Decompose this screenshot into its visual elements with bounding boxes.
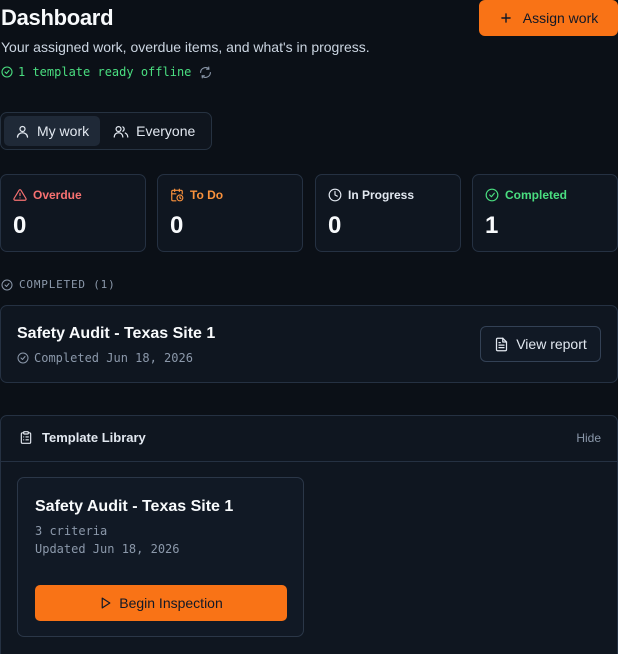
- calendar-clock-icon: [170, 188, 184, 202]
- template-name: Safety Audit - Texas Site 1: [35, 498, 234, 515]
- tab-everyone[interactable]: Everyone: [102, 116, 206, 146]
- user-icon: [15, 124, 30, 139]
- check-circle-icon: [17, 352, 29, 364]
- tab-my-work-label: My work: [37, 123, 90, 139]
- play-icon: [99, 596, 112, 610]
- page-subtitle: Your assigned work, overdue items, and w…: [1, 39, 370, 55]
- stat-header: Overdue: [13, 188, 82, 202]
- tab-everyone-label: Everyone: [136, 123, 196, 139]
- template-library-title-text: Template Library: [42, 430, 146, 445]
- alert-triangle-icon: [13, 188, 27, 202]
- completed-item-date: Completed Jun 18, 2026: [34, 351, 193, 365]
- clipboard-list-icon: [19, 430, 33, 445]
- stat-header: In Progress: [328, 188, 414, 202]
- stat-card-in-progress[interactable]: In Progress 0: [315, 174, 461, 252]
- completed-item-title: Safety Audit - Texas Site 1: [17, 325, 216, 342]
- offline-status-text: 1 template ready offline: [18, 65, 192, 79]
- refresh-icon[interactable]: [199, 66, 212, 79]
- file-text-icon: [494, 337, 509, 352]
- users-icon: [113, 124, 129, 139]
- clock-icon: [328, 188, 342, 202]
- template-criteria: 3 criteria: [35, 524, 108, 538]
- view-report-label: View report: [516, 336, 587, 352]
- stat-label: To Do: [190, 188, 224, 202]
- begin-inspection-button[interactable]: Begin Inspection: [35, 585, 287, 621]
- stat-value: 0: [13, 212, 27, 239]
- check-circle-icon: [485, 188, 499, 202]
- hide-library-button[interactable]: Hide: [576, 431, 601, 445]
- stat-header: To Do: [170, 188, 223, 202]
- assign-work-label: Assign work: [522, 10, 599, 26]
- stat-card-todo[interactable]: To Do 0: [157, 174, 303, 252]
- tab-my-work[interactable]: My work: [4, 116, 101, 146]
- page-title: Dashboard: [1, 5, 114, 30]
- check-circle-icon: [1, 66, 13, 78]
- completed-section-text: COMPLETED (1): [19, 278, 116, 291]
- stat-value: 0: [328, 212, 342, 239]
- assign-work-button[interactable]: Assign work: [479, 0, 618, 36]
- completed-section-label: COMPLETED (1): [1, 278, 116, 291]
- check-circle-icon: [1, 279, 13, 291]
- template-card: Safety Audit - Texas Site 1 3 criteria U…: [17, 477, 304, 637]
- template-library-title: Template Library: [19, 430, 146, 445]
- stat-card-overdue[interactable]: Overdue 0: [0, 174, 146, 252]
- stat-value: 0: [170, 212, 184, 239]
- stat-value: 1: [485, 212, 499, 239]
- begin-inspection-label: Begin Inspection: [119, 595, 223, 611]
- stat-label: Overdue: [33, 188, 82, 202]
- scope-toggle: My work Everyone: [0, 112, 212, 150]
- offline-status: 1 template ready offline: [1, 65, 212, 79]
- plus-icon: [499, 11, 513, 25]
- completed-item-meta: Completed Jun 18, 2026: [17, 351, 193, 365]
- stat-label: In Progress: [348, 188, 415, 202]
- view-report-button[interactable]: View report: [480, 326, 601, 362]
- template-updated: Updated Jun 18, 2026: [35, 542, 180, 556]
- template-library-header: Template Library Hide: [1, 416, 617, 462]
- template-library: Template Library Hide Safety Audit - Tex…: [0, 415, 618, 654]
- stat-header: Completed: [485, 188, 567, 202]
- completed-item: Safety Audit - Texas Site 1 Completed Ju…: [0, 305, 618, 383]
- stat-card-completed[interactable]: Completed 1: [472, 174, 618, 252]
- stat-label: Completed: [505, 188, 568, 202]
